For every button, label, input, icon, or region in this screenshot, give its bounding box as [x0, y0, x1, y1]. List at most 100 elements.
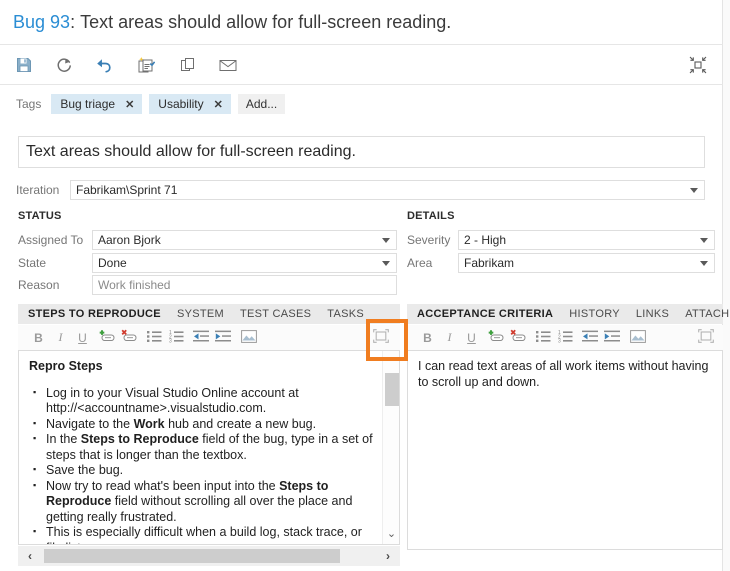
list-item: In the Steps to Reproduce field of the b… [33, 431, 373, 463]
remove-link-button[interactable] [507, 327, 528, 348]
assigned-to-select[interactable]: Aaron Bjork [92, 230, 397, 250]
reason-row: Reason Work finished [18, 275, 400, 295]
italic-button[interactable]: I [50, 327, 71, 348]
step-text: Save the bug. [46, 463, 124, 477]
underline-button[interactable]: U [72, 327, 93, 348]
email-icon [219, 58, 237, 72]
iteration-select[interactable]: Fabrikam\Sprint 71 [70, 180, 705, 200]
chevron-down-icon [700, 238, 708, 243]
scroll-right-icon[interactable]: › [378, 546, 398, 566]
insert-image-button[interactable] [627, 327, 648, 348]
undo-button[interactable] [90, 51, 118, 79]
tab-tasks[interactable]: TASKS [327, 308, 364, 320]
reason-input: Work finished [92, 275, 397, 295]
remove-link-icon [120, 329, 137, 346]
tags-row: Tags Bug triage ✕ Usability ✕ Add... [0, 86, 723, 122]
work-item-header: Bug 93: Text areas should allow for full… [0, 0, 723, 45]
decrease-indent-icon [581, 330, 598, 346]
scroll-down-icon[interactable]: ⌄ [383, 525, 399, 542]
underline-button[interactable]: U [461, 327, 482, 348]
state-select[interactable]: Done [92, 253, 397, 273]
tab-links[interactable]: LINKS [636, 308, 669, 320]
full-screen-button[interactable] [370, 327, 391, 348]
full-screen-button[interactable] [695, 327, 716, 348]
refresh-button[interactable] [50, 51, 78, 79]
work-item-title-separator: : [70, 11, 81, 32]
status-section-header: STATUS [18, 210, 62, 222]
state-row: State Done [18, 253, 400, 273]
repro-steps-list: Log in to your Visual Studio Online acco… [29, 385, 373, 545]
tags-label: Tags [16, 97, 42, 111]
right-rich-text-toolbar: B I U 1 2 3 [407, 325, 723, 350]
tab-attachment[interactable]: ATTACHMENT [685, 308, 730, 320]
save-button[interactable] [10, 51, 38, 79]
italic-button[interactable]: I [439, 327, 460, 348]
tab-steps-to-reproduce[interactable]: STEPS TO REPRODUCE [28, 308, 161, 320]
tab-history[interactable]: HISTORY [569, 308, 620, 320]
insert-link-icon [487, 329, 504, 346]
iteration-value: Fabrikam\Sprint 71 [76, 183, 178, 197]
vertical-scrollbar-thumb[interactable] [385, 373, 399, 406]
decrease-indent-button[interactable] [579, 327, 600, 348]
horizontal-scrollbar[interactable]: ‹ › [18, 546, 400, 566]
tag-remove-icon[interactable]: ✕ [214, 98, 223, 111]
remove-link-button[interactable] [118, 327, 139, 348]
step-text: This is especially difficult when a buil… [46, 525, 362, 544]
horizontal-scrollbar-thumb[interactable] [44, 549, 340, 563]
chevron-down-icon [382, 261, 390, 266]
increase-indent-button[interactable] [601, 327, 622, 348]
acceptance-criteria-content[interactable]: I can read text areas of all work items … [408, 351, 722, 390]
restore-button[interactable] [684, 51, 712, 79]
list-item: Now try to read what's been input into t… [33, 478, 373, 526]
tab-test-cases[interactable]: TEST CASES [240, 308, 311, 320]
add-tag-button[interactable]: Add... [237, 94, 286, 114]
tab-acceptance-criteria[interactable]: ACCEPTANCE CRITERIA [417, 308, 553, 320]
iteration-label: Iteration [16, 183, 60, 197]
steps-to-reproduce-editor[interactable]: Repro Steps Log in to your Visual Studio… [18, 350, 400, 545]
vertical-scrollbar[interactable]: ⌃ ⌄ [382, 351, 399, 544]
new-linked-item-button[interactable] [132, 51, 160, 79]
bullet-list-button[interactable] [144, 327, 165, 348]
step-text: Log in to your Visual Studio Online acco… [46, 385, 299, 416]
bold-button[interactable]: B [28, 327, 49, 348]
scroll-up-icon[interactable]: ⌃ [383, 353, 399, 370]
work-item-toolbar [0, 45, 723, 85]
email-button[interactable] [214, 51, 242, 79]
decrease-indent-icon [192, 330, 209, 346]
bold-button[interactable]: B [417, 327, 438, 348]
iteration-row: Iteration Fabrikam\Sprint 71 [16, 180, 722, 200]
increase-indent-button[interactable] [212, 327, 233, 348]
scroll-left-icon[interactable]: ‹ [20, 546, 40, 566]
underline-icon: U [78, 330, 87, 345]
step-text: Now try to read what's been input into t… [46, 478, 280, 493]
numbered-list-button[interactable]: 1 2 3 [555, 327, 576, 348]
area-label: Area [407, 256, 433, 270]
left-panel-tabs: STEPS TO REPRODUCE SYSTEM TEST CASES TAS… [18, 304, 400, 324]
area-select[interactable]: Fabrikam [458, 253, 715, 273]
increase-indent-icon [603, 330, 620, 346]
decrease-indent-button[interactable] [190, 327, 211, 348]
tag-remove-icon[interactable]: ✕ [125, 98, 134, 111]
tag-bug-triage[interactable]: Bug triage ✕ [51, 94, 143, 114]
insert-link-button[interactable] [96, 327, 117, 348]
bullet-list-button[interactable] [533, 327, 554, 348]
step-text-bold: Work [133, 416, 165, 431]
copy-button[interactable] [174, 51, 202, 79]
bold-icon: B [423, 330, 432, 345]
tag-usability[interactable]: Usability ✕ [149, 94, 231, 114]
assigned-to-label: Assigned To [18, 233, 84, 247]
insert-link-button[interactable] [485, 327, 506, 348]
bullet-list-icon [147, 330, 162, 346]
tab-system[interactable]: SYSTEM [177, 308, 224, 320]
severity-value: 2 - High [464, 233, 507, 247]
svg-text:3: 3 [558, 338, 561, 342]
insert-image-button[interactable] [238, 327, 259, 348]
repro-steps-content[interactable]: Repro Steps Log in to your Visual Studio… [19, 351, 383, 544]
new-linked-item-icon [137, 56, 155, 74]
severity-select[interactable]: 2 - High [458, 230, 715, 250]
title-input[interactable]: Text areas should allow for full-screen … [18, 136, 705, 168]
acceptance-criteria-editor[interactable]: I can read text areas of all work items … [407, 350, 723, 550]
collapse-icon [689, 56, 707, 74]
numbered-list-button[interactable]: 1 2 3 [166, 327, 187, 348]
work-item-id-link[interactable]: Bug 93 [13, 12, 70, 33]
